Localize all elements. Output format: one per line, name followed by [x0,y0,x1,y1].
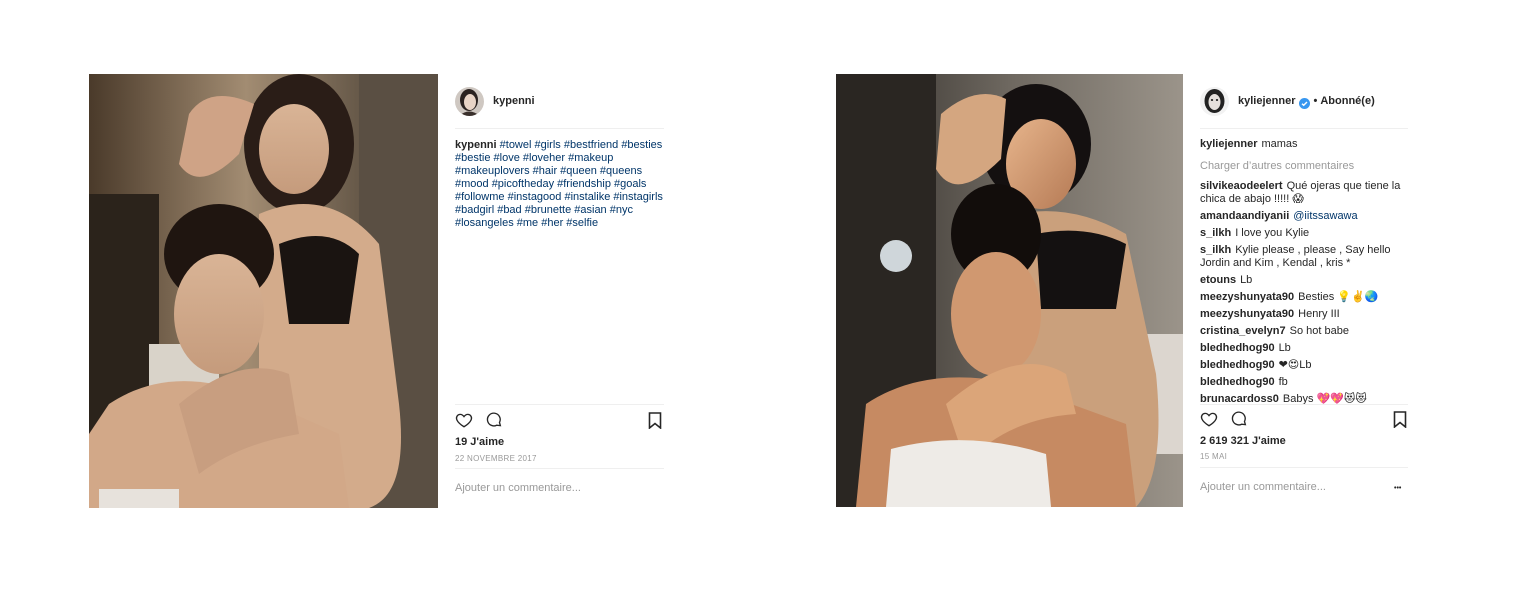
comment-username[interactable]: bledhedhog90 [1200,376,1275,388]
comment-username[interactable]: silvikeaodeelert [1200,180,1283,192]
verified-badge-icon [1299,96,1311,109]
list-item: bledhedhog90 ❤😍Lb [1200,359,1408,372]
username-link[interactable]: kypenni [493,95,535,107]
comment-text[interactable]: @iitssawawa [1293,210,1357,222]
comment-text: ❤😍Lb [1278,359,1312,371]
likes-count[interactable]: 19 J'aime [455,436,504,448]
divider [1200,128,1408,129]
comment-username[interactable]: etouns [1200,274,1236,286]
comment-icon[interactable] [1230,410,1248,428]
post-caption: kypenni #towel #girls #bestfriend #besti… [455,139,664,230]
comment-username[interactable]: amandaandiyanii [1200,210,1289,222]
action-bar [455,411,515,429]
comment-text: Besties 💡✌️🌏 [1298,291,1379,303]
heart-icon[interactable] [455,411,473,429]
list-item: s_ilkh Kylie please , please , Say hello … [1200,244,1408,270]
divider [1200,467,1408,468]
comment-username[interactable]: bledhedhog90 [1200,342,1275,354]
add-comment-input[interactable]: Ajouter un commentaire... [455,482,581,494]
comment-username[interactable]: meezyshunyata90 [1200,291,1294,303]
caption-hashtags[interactable]: #towel #girls #bestfriend #besties #best… [455,139,663,229]
avatar[interactable] [455,86,484,116]
post-photo-2[interactable] [836,74,1183,507]
post-date: 15 MAI [1200,452,1228,461]
comment-username[interactable]: brunacardoss0 [1200,393,1279,404]
list-item: silvikeaodeelert Qué ojeras que tiene la … [1200,180,1408,206]
post-2-panel: kyliejenner • Abonné(e) kyliejenner mamas… [1200,74,1408,507]
follow-separator: • [1313,95,1318,107]
comment-username[interactable]: s_ilkh [1200,244,1231,256]
post-photo-2-image [836,74,1183,507]
comment-text: Lb [1278,342,1291,354]
comment-text: Henry III [1298,308,1340,320]
action-bar [1200,410,1260,428]
divider [455,404,664,405]
comment-text: I love you Kylie [1235,227,1310,239]
list-item: cristina_evelyn7 So hot babe [1200,325,1408,338]
comment-text: fb [1278,376,1288,388]
post-2-header: kyliejenner • Abonné(e) [1200,74,1408,128]
post-photo-1[interactable] [89,74,438,508]
post-photo-1-image [89,74,438,508]
list-item: amandaandiyanii @iitssawawa [1200,210,1408,223]
list-item: etouns Lb [1200,274,1408,287]
heart-icon[interactable] [1200,410,1218,428]
avatar[interactable] [1200,86,1229,116]
bookmark-icon[interactable] [1393,411,1407,429]
load-more-comments-link[interactable]: Charger d’autres commentaires [1200,160,1408,173]
divider [1200,404,1408,405]
comment-username[interactable]: meezyshunyata90 [1200,308,1294,320]
caption-username[interactable]: kyliejenner [1200,138,1257,150]
list-item: brunacardoss0 Babys 💖💖😻😻 [1200,393,1408,404]
comment-icon[interactable] [485,411,503,429]
list-item: bledhedhog90 fb [1200,376,1408,389]
add-comment-input[interactable]: Ajouter un commentaire... [1200,481,1326,493]
list-item: s_ilkh I love you Kylie [1200,227,1408,240]
comment-text: Lb [1240,274,1253,286]
post-1-panel: kypenni kypenni #towel #girls #bestfrien… [455,74,664,508]
post-date: 22 NOVEMBRE 2017 [455,454,537,463]
divider [455,468,664,469]
more-options-icon[interactable]: ••• [1394,485,1401,493]
post-1-header: kypenni [455,74,664,128]
comment-text: Babys 💖💖😻😻 [1282,393,1367,404]
comment-text: So hot babe [1289,325,1349,337]
list-item: bledhedhog90 Lb [1200,342,1408,355]
list-item: meezyshunyata90 Besties 💡✌️🌏 [1200,291,1408,304]
caption-username[interactable]: kypenni [455,139,497,151]
divider [455,128,664,129]
comment-username[interactable]: s_ilkh [1200,227,1231,239]
post-caption: kyliejenner mamas [1200,138,1408,151]
username-link[interactable]: kyliejenner [1238,95,1295,107]
comment-username[interactable]: bledhedhog90 [1200,359,1275,371]
follow-status-button[interactable]: Abonné(e) [1320,95,1374,107]
bookmark-icon[interactable] [648,412,662,430]
likes-count[interactable]: 2 619 321 J'aime [1200,435,1286,447]
list-item: meezyshunyata90 Henry III [1200,308,1408,321]
comment-username[interactable]: cristina_evelyn7 [1200,325,1286,337]
comments-list: kyliejenner mamas Charger d’autres commen… [1200,138,1408,404]
caption-text: mamas [1261,138,1298,150]
